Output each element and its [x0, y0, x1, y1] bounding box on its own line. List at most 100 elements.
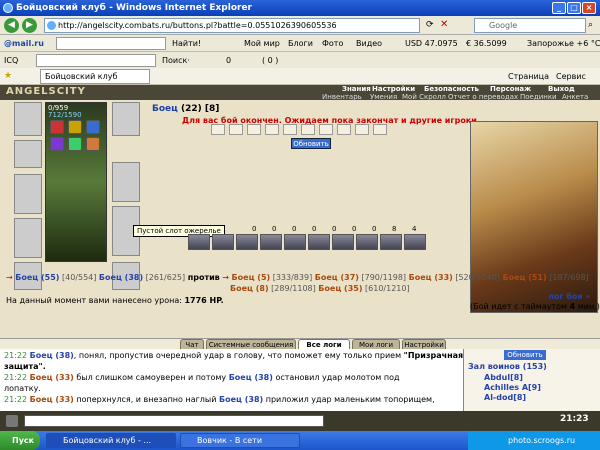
service-menu[interactable]: Сервис [556, 68, 586, 85]
skill-icon[interactable] [332, 234, 354, 250]
menu-character[interactable]: Персонаж [490, 85, 531, 93]
battle-log-link[interactable]: лог боя » [548, 292, 591, 301]
strike-cell[interactable] [247, 124, 261, 135]
refresh-icon[interactable]: ⟳ [426, 20, 434, 30]
skill-icon[interactable] [404, 234, 426, 250]
url-input[interactable]: http://angelscity.combats.ru/buttons.pl?… [44, 18, 420, 33]
scroll-icon[interactable] [86, 137, 100, 151]
search-icon[interactable]: ⌕ [588, 20, 593, 30]
maximize-button[interactable]: □ [567, 2, 581, 14]
refresh-button[interactable]: Обновить [291, 138, 331, 149]
strike-cell[interactable] [373, 124, 387, 135]
chat-input[interactable] [24, 415, 324, 427]
skill-icon[interactable] [284, 234, 306, 250]
submenu-skills[interactable]: Умения [370, 93, 397, 101]
back-icon[interactable]: ◀ [4, 18, 19, 33]
skill-icon[interactable] [308, 234, 330, 250]
skill-icon[interactable] [236, 234, 258, 250]
strike-cell[interactable] [301, 124, 315, 135]
skill-icon[interactable] [212, 234, 234, 250]
skill-icon[interactable] [188, 234, 210, 250]
icq-search-button[interactable]: Поиск· [162, 52, 190, 69]
ie-icon [3, 3, 13, 13]
page-menu[interactable]: Страница [508, 68, 549, 85]
submenu-profile[interactable]: Анкета [562, 93, 588, 101]
chat-user[interactable]: Боец (38) [229, 373, 273, 382]
favorites-icon[interactable]: ★ [4, 68, 12, 85]
menu-security[interactable]: Безопасность [424, 85, 479, 93]
stop-icon[interactable]: ✕ [440, 19, 448, 30]
strike-cell[interactable] [319, 124, 333, 135]
submenu-scroll[interactable]: Мой Скролл [402, 93, 446, 101]
submenu-transfers[interactable]: Отчет о переводах [448, 93, 518, 101]
skills-bar [188, 234, 436, 251]
icq-search-input[interactable] [36, 54, 156, 67]
shield-slot[interactable] [112, 162, 140, 202]
blogs-link[interactable]: Блоги [288, 35, 313, 52]
close-button[interactable]: × [582, 2, 596, 14]
photo-link[interactable]: Фото [322, 35, 343, 52]
right-slot-1[interactable] [112, 102, 140, 136]
chat-user[interactable]: Боец (38) [219, 395, 263, 404]
helmet-slot[interactable] [14, 102, 42, 136]
team-right-fighter[interactable]: Боец (51) [502, 273, 546, 282]
menu-settings[interactable]: Настройки [372, 85, 415, 93]
amulet-icon[interactable] [68, 120, 82, 134]
my-world-link[interactable]: Мой мир [244, 35, 280, 52]
strike-cell[interactable] [229, 124, 243, 135]
chat-user[interactable]: Боец (33) [30, 395, 74, 404]
team-right-fighter[interactable]: Боец (8) [230, 284, 269, 293]
stat-value: 0 [272, 225, 277, 233]
skill-icon[interactable] [356, 234, 378, 250]
chat-user[interactable]: Боец (38) [30, 351, 74, 360]
fighter-name[interactable]: Боец [152, 104, 178, 114]
strike-cell[interactable] [355, 124, 369, 135]
room-player[interactable]: Abdul[8] [484, 373, 523, 382]
team-right-fighter[interactable]: Боец (37) [315, 273, 359, 282]
chat-mode-icon[interactable] [6, 415, 18, 427]
skill-icon[interactable] [260, 234, 282, 250]
stat-value: 8 [392, 225, 397, 233]
potion-icon[interactable] [68, 137, 82, 151]
damage-line: На данный момент вами нанесено урона: 17… [6, 296, 224, 305]
minimize-button[interactable]: _ [552, 2, 566, 14]
find-button[interactable]: Найти! [172, 35, 201, 52]
room-refresh-button[interactable]: Обновить [504, 350, 546, 360]
chat-user[interactable]: Боец (33) [30, 373, 74, 382]
strike-cell[interactable] [265, 124, 279, 135]
skill-icon[interactable] [380, 234, 402, 250]
stat-value: 0 [292, 225, 297, 233]
strike-cell[interactable] [283, 124, 297, 135]
mail-search-input[interactable] [56, 37, 166, 50]
armor-slot[interactable] [14, 140, 42, 168]
task-icq[interactable]: Вовчик - В сети [180, 433, 300, 448]
gloves-slot[interactable] [14, 218, 42, 258]
team-right-fighter[interactable]: Боец (35) [318, 284, 362, 293]
gem-icon[interactable] [50, 137, 64, 151]
weapon-slot[interactable] [14, 174, 42, 214]
team-left-fighter[interactable]: Боец (55) [15, 273, 59, 282]
mailru-logo[interactable]: @mail.ru [4, 35, 44, 52]
menu-exit[interactable]: Выход [548, 85, 575, 93]
ring-icon[interactable] [50, 120, 64, 134]
team-right-fighter[interactable]: Боец (33) [409, 273, 453, 282]
strike-cell[interactable] [337, 124, 351, 135]
strike-cell[interactable] [211, 124, 225, 135]
task-bk[interactable]: Бойцовский клуб - ... [46, 433, 176, 448]
room-player[interactable]: Achilles A[9] [484, 383, 541, 392]
video-link[interactable]: Видео [356, 35, 382, 52]
icq-link[interactable]: ICQ [4, 52, 18, 69]
start-button[interactable]: Пуск [0, 431, 40, 450]
menu-knowledge[interactable]: Знания [342, 85, 371, 93]
submenu-inventory[interactable]: Инвентарь [322, 93, 362, 101]
submenu-duels[interactable]: Поединки [520, 93, 557, 101]
team-left-fighter[interactable]: Боец (38) [99, 273, 143, 282]
search-input[interactable]: Google [474, 18, 586, 33]
taskbar: Пуск Бойцовский клуб - ... Вовчик - В се… [0, 431, 600, 450]
tab-bk[interactable]: Бойцовский клуб [40, 69, 150, 84]
room-player[interactable]: Al-dod[8] [484, 393, 526, 402]
forward-icon[interactable]: ▶ [22, 18, 37, 33]
team-right-fighter[interactable]: Боец (5) [232, 273, 271, 282]
earring-icon[interactable] [86, 120, 100, 134]
tab-row: ★ Бойцовский клуб Страница Сервис [0, 68, 600, 85]
